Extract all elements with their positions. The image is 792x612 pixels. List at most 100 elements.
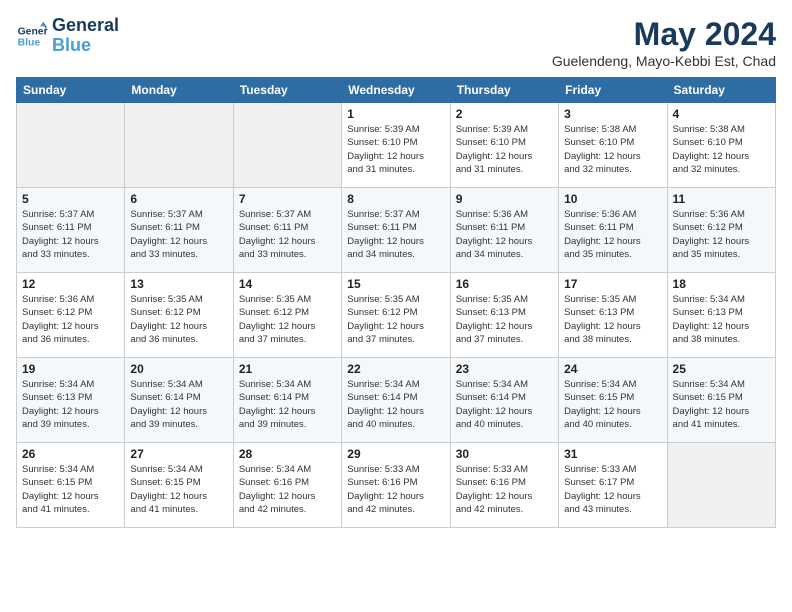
location: Guelendeng, Mayo-Kebbi Est, Chad xyxy=(552,53,776,69)
day-cell: 29 Sunrise: 5:33 AM Sunset: 6:16 PM Dayli… xyxy=(342,443,450,528)
svg-text:Blue: Blue xyxy=(18,37,41,48)
day-cell xyxy=(233,103,341,188)
day-info: Sunrise: 5:34 AM Sunset: 6:14 PM Dayligh… xyxy=(347,378,444,431)
day-info: Sunrise: 5:34 AM Sunset: 6:15 PM Dayligh… xyxy=(673,378,770,431)
day-number: 18 xyxy=(673,277,770,291)
day-cell: 26 Sunrise: 5:34 AM Sunset: 6:15 PM Dayli… xyxy=(17,443,125,528)
day-info: Sunrise: 5:36 AM Sunset: 6:12 PM Dayligh… xyxy=(22,293,119,346)
page-header: General Blue General Blue May 2024 Guele… xyxy=(16,16,776,69)
day-info: Sunrise: 5:38 AM Sunset: 6:10 PM Dayligh… xyxy=(673,123,770,176)
logo: General Blue General Blue xyxy=(16,16,119,56)
day-cell: 19 Sunrise: 5:34 AM Sunset: 6:13 PM Dayli… xyxy=(17,358,125,443)
day-info: Sunrise: 5:35 AM Sunset: 6:13 PM Dayligh… xyxy=(456,293,553,346)
day-info: Sunrise: 5:35 AM Sunset: 6:13 PM Dayligh… xyxy=(564,293,661,346)
day-info: Sunrise: 5:33 AM Sunset: 6:17 PM Dayligh… xyxy=(564,463,661,516)
day-cell: 27Sunrise: 5:34 AM Sunset: 6:15 PM Dayli… xyxy=(125,443,233,528)
day-cell: 25Sunrise: 5:34 AM Sunset: 6:15 PM Dayli… xyxy=(667,358,775,443)
weekday-header-thursday: Thursday xyxy=(450,78,558,103)
calendar-table: SundayMondayTuesdayWednesdayThursdayFrid… xyxy=(16,77,776,528)
day-info: Sunrise: 5:34 AM Sunset: 6:13 PM Dayligh… xyxy=(673,293,770,346)
day-cell: 4 Sunrise: 5:38 AM Sunset: 6:10 PM Daylig… xyxy=(667,103,775,188)
day-cell: 6 Sunrise: 5:37 AM Sunset: 6:11 PM Daylig… xyxy=(125,188,233,273)
day-cell: 13 Sunrise: 5:35 AM Sunset: 6:12 PM Dayli… xyxy=(125,273,233,358)
day-cell: 24 Sunrise: 5:34 AM Sunset: 6:15 PM Dayli… xyxy=(559,358,667,443)
day-info: Sunrise: 5:34 AM Sunset: 6:15 PM Dayligh… xyxy=(22,463,119,516)
day-cell: 28 Sunrise: 5:34 AM Sunset: 6:16 PM Dayli… xyxy=(233,443,341,528)
day-cell: 3Sunrise: 5:38 AM Sunset: 6:10 PM Daylig… xyxy=(559,103,667,188)
day-number: 6 xyxy=(130,192,227,206)
day-cell xyxy=(17,103,125,188)
day-info: Sunrise: 5:37 AM Sunset: 6:11 PM Dayligh… xyxy=(130,208,227,261)
day-info: Sunrise: 5:36 AM Sunset: 6:11 PM Dayligh… xyxy=(456,208,553,261)
day-cell: 16Sunrise: 5:35 AM Sunset: 6:13 PM Dayli… xyxy=(450,273,558,358)
day-number: 4 xyxy=(673,107,770,121)
day-cell xyxy=(125,103,233,188)
day-cell: 17 Sunrise: 5:35 AM Sunset: 6:13 PM Dayli… xyxy=(559,273,667,358)
day-info: Sunrise: 5:34 AM Sunset: 6:14 PM Dayligh… xyxy=(239,378,336,431)
day-cell: 10Sunrise: 5:36 AM Sunset: 6:11 PM Dayli… xyxy=(559,188,667,273)
day-cell xyxy=(667,443,775,528)
weekday-header-tuesday: Tuesday xyxy=(233,78,341,103)
week-row-5: 26 Sunrise: 5:34 AM Sunset: 6:15 PM Dayli… xyxy=(17,443,776,528)
day-info: Sunrise: 5:34 AM Sunset: 6:16 PM Dayligh… xyxy=(239,463,336,516)
week-row-1: 1Sunrise: 5:39 AM Sunset: 6:10 PM Daylig… xyxy=(17,103,776,188)
weekday-header-friday: Friday xyxy=(559,78,667,103)
day-cell: 5 Sunrise: 5:37 AM Sunset: 6:11 PM Daylig… xyxy=(17,188,125,273)
day-number: 11 xyxy=(673,192,770,206)
day-info: Sunrise: 5:33 AM Sunset: 6:16 PM Dayligh… xyxy=(347,463,444,516)
day-info: Sunrise: 5:35 AM Sunset: 6:12 PM Dayligh… xyxy=(130,293,227,346)
day-number: 9 xyxy=(456,192,553,206)
week-row-4: 19 Sunrise: 5:34 AM Sunset: 6:13 PM Dayli… xyxy=(17,358,776,443)
day-number: 17 xyxy=(564,277,661,291)
day-number: 15 xyxy=(347,277,444,291)
day-number: 30 xyxy=(456,447,553,461)
day-cell: 11Sunrise: 5:36 AM Sunset: 6:12 PM Dayli… xyxy=(667,188,775,273)
day-info: Sunrise: 5:37 AM Sunset: 6:11 PM Dayligh… xyxy=(239,208,336,261)
day-number: 27 xyxy=(130,447,227,461)
day-cell: 9 Sunrise: 5:36 AM Sunset: 6:11 PM Daylig… xyxy=(450,188,558,273)
day-cell: 1Sunrise: 5:39 AM Sunset: 6:10 PM Daylig… xyxy=(342,103,450,188)
day-number: 28 xyxy=(239,447,336,461)
day-number: 26 xyxy=(22,447,119,461)
day-info: Sunrise: 5:39 AM Sunset: 6:10 PM Dayligh… xyxy=(456,123,553,176)
month-title: May 2024 xyxy=(552,16,776,53)
day-number: 22 xyxy=(347,362,444,376)
day-cell: 18 Sunrise: 5:34 AM Sunset: 6:13 PM Dayli… xyxy=(667,273,775,358)
day-number: 14 xyxy=(239,277,336,291)
day-info: Sunrise: 5:37 AM Sunset: 6:11 PM Dayligh… xyxy=(347,208,444,261)
weekday-header-sunday: Sunday xyxy=(17,78,125,103)
day-number: 24 xyxy=(564,362,661,376)
day-number: 7 xyxy=(239,192,336,206)
day-cell: 12Sunrise: 5:36 AM Sunset: 6:12 PM Dayli… xyxy=(17,273,125,358)
title-block: May 2024 Guelendeng, Mayo-Kebbi Est, Cha… xyxy=(552,16,776,69)
day-number: 13 xyxy=(130,277,227,291)
day-info: Sunrise: 5:34 AM Sunset: 6:13 PM Dayligh… xyxy=(22,378,119,431)
svg-text:General: General xyxy=(18,26,48,37)
logo-icon: General Blue xyxy=(16,20,48,52)
day-number: 23 xyxy=(456,362,553,376)
day-number: 31 xyxy=(564,447,661,461)
day-info: Sunrise: 5:35 AM Sunset: 6:12 PM Dayligh… xyxy=(347,293,444,346)
day-cell: 7 Sunrise: 5:37 AM Sunset: 6:11 PM Daylig… xyxy=(233,188,341,273)
day-info: Sunrise: 5:34 AM Sunset: 6:15 PM Dayligh… xyxy=(564,378,661,431)
day-info: Sunrise: 5:35 AM Sunset: 6:12 PM Dayligh… xyxy=(239,293,336,346)
day-number: 3 xyxy=(564,107,661,121)
day-cell: 8 Sunrise: 5:37 AM Sunset: 6:11 PM Daylig… xyxy=(342,188,450,273)
day-cell: 22 Sunrise: 5:34 AM Sunset: 6:14 PM Dayli… xyxy=(342,358,450,443)
day-info: Sunrise: 5:33 AM Sunset: 6:16 PM Dayligh… xyxy=(456,463,553,516)
day-number: 2 xyxy=(456,107,553,121)
day-cell: 21Sunrise: 5:34 AM Sunset: 6:14 PM Dayli… xyxy=(233,358,341,443)
day-cell: 30 Sunrise: 5:33 AM Sunset: 6:16 PM Dayli… xyxy=(450,443,558,528)
week-row-2: 5 Sunrise: 5:37 AM Sunset: 6:11 PM Daylig… xyxy=(17,188,776,273)
logo-text: General Blue xyxy=(52,16,119,56)
weekday-header-monday: Monday xyxy=(125,78,233,103)
day-number: 29 xyxy=(347,447,444,461)
day-number: 19 xyxy=(22,362,119,376)
day-cell: 2 Sunrise: 5:39 AM Sunset: 6:10 PM Daylig… xyxy=(450,103,558,188)
day-info: Sunrise: 5:37 AM Sunset: 6:11 PM Dayligh… xyxy=(22,208,119,261)
day-number: 8 xyxy=(347,192,444,206)
day-info: Sunrise: 5:34 AM Sunset: 6:14 PM Dayligh… xyxy=(130,378,227,431)
day-number: 5 xyxy=(22,192,119,206)
day-cell: 15 Sunrise: 5:35 AM Sunset: 6:12 PM Dayli… xyxy=(342,273,450,358)
day-info: Sunrise: 5:34 AM Sunset: 6:14 PM Dayligh… xyxy=(456,378,553,431)
